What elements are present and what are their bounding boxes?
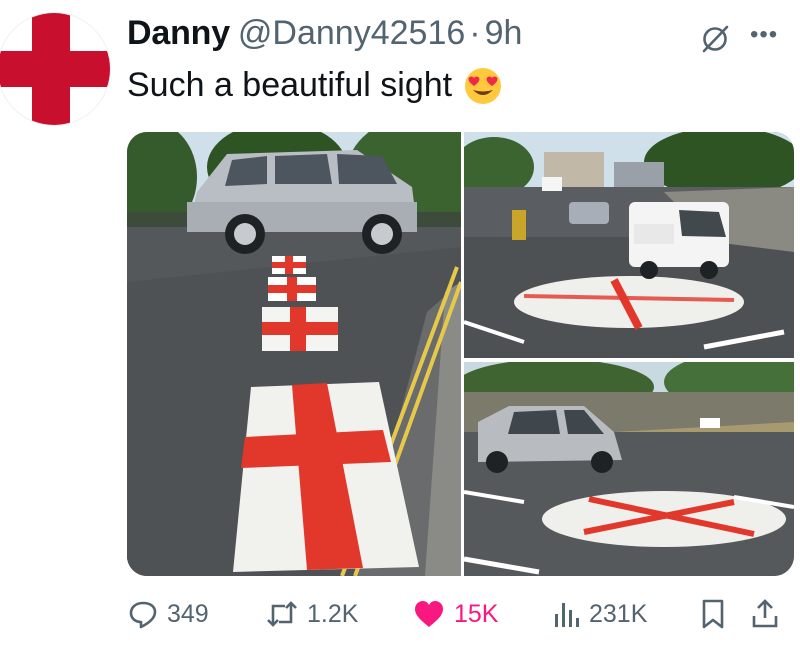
share-button[interactable] xyxy=(750,592,780,636)
author-handle[interactable]: @Danny42516 xyxy=(238,14,465,53)
views-button[interactable]: 231K xyxy=(551,592,647,636)
avatar[interactable] xyxy=(0,13,110,125)
like-icon xyxy=(415,601,443,627)
bookmark-icon xyxy=(702,599,724,629)
share-icon xyxy=(752,599,778,628)
photo-roundabout-van[interactable] xyxy=(464,132,794,358)
like-count: 15K xyxy=(454,599,499,628)
photo-roundabout-car[interactable] xyxy=(464,362,794,576)
views-count: 231K xyxy=(589,599,648,628)
more-icon[interactable]: ••• xyxy=(750,20,778,50)
photo-road-flags[interactable] xyxy=(127,132,461,576)
grok-icon[interactable] xyxy=(700,24,730,54)
views-icon xyxy=(555,603,579,627)
reply-button[interactable]: 349 xyxy=(127,592,209,636)
repost-button[interactable]: 1.2K xyxy=(265,592,358,636)
tweet-header: Danny @Danny42516 · 9h xyxy=(127,14,522,58)
author-name[interactable]: Danny xyxy=(127,14,230,53)
action-bar: 349 1.2K 15K 231K xyxy=(127,592,792,636)
reply-icon xyxy=(129,601,157,629)
heart-eyes-emoji-icon xyxy=(464,67,502,105)
reply-count: 349 xyxy=(167,599,209,628)
retweet-icon xyxy=(267,601,297,627)
media-grid[interactable] xyxy=(127,132,794,576)
repost-count: 1.2K xyxy=(307,599,359,628)
separator-dot: · xyxy=(469,14,481,52)
avatar-cross-horizontal xyxy=(0,51,110,87)
tweet-text: Such a beautiful sight xyxy=(127,66,502,105)
bookmark-button[interactable] xyxy=(699,592,727,636)
tweet-text-content: Such a beautiful sight xyxy=(127,66,453,104)
timestamp[interactable]: 9h xyxy=(485,14,523,53)
like-button[interactable]: 15K xyxy=(412,592,498,636)
